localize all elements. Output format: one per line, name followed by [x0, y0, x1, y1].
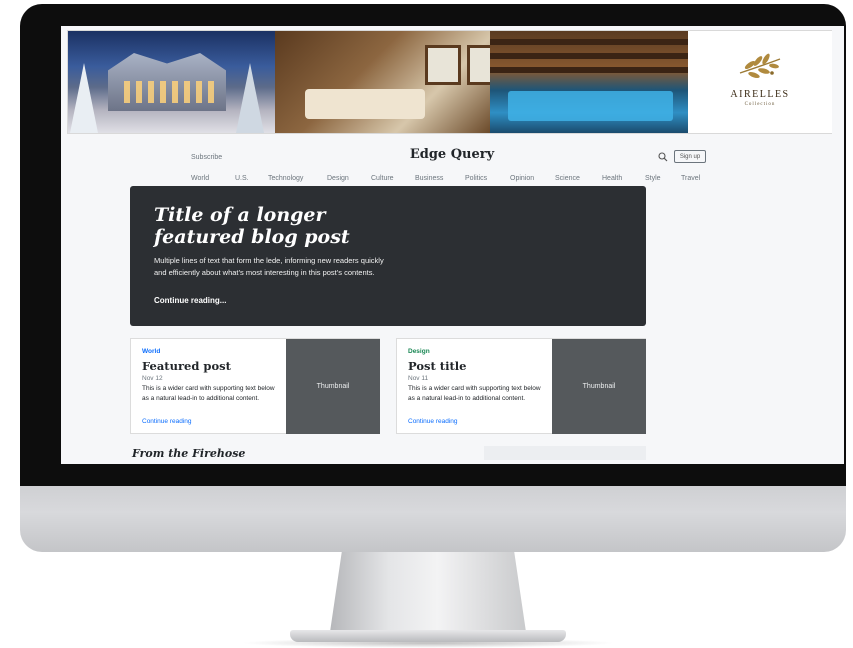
chalet-lights [124, 81, 216, 103]
card-text: This is a wider card with supporting tex… [408, 385, 541, 402]
nav-item-politics[interactable]: Politics [465, 175, 487, 182]
room-window [425, 45, 461, 85]
sidebar-box [484, 446, 646, 460]
pool-water [508, 91, 673, 121]
nav-item-us[interactable]: U.S. [235, 175, 249, 182]
nav-item-culture[interactable]: Culture [371, 175, 394, 182]
card-continue-link[interactable]: Continue reading [142, 418, 192, 425]
nav-item-technology[interactable]: Technology [268, 175, 303, 182]
post-card: Design Post title Nov 11 This is a wider… [396, 338, 646, 434]
snow-tree [236, 63, 264, 133]
hero-lede: Multiple lines of text that form the led… [154, 256, 384, 277]
card-title: Post title [408, 359, 467, 373]
site-title[interactable]: Edge Query [187, 147, 717, 162]
card-thumbnail: Thumbnail [286, 339, 380, 434]
brand-subtitle: Collection [744, 102, 776, 107]
olive-branch-logo-icon [739, 53, 781, 79]
hero-continue-link[interactable]: Continue reading... [154, 296, 226, 305]
post-card: World Featured post Nov 12 This is a wid… [130, 338, 380, 434]
indoor-pool-photo [490, 31, 688, 133]
ceiling-beam [490, 39, 688, 45]
search-icon[interactable] [658, 152, 668, 162]
hero-title: Title of a longer featured blog post [154, 204, 350, 248]
brand-name: AIRELLES [730, 89, 790, 100]
snow-tree [70, 63, 98, 133]
card-title: Featured post [142, 359, 231, 373]
nav-item-travel[interactable]: Travel [681, 175, 700, 182]
nav-item-business[interactable]: Business [415, 175, 443, 182]
nav-item-style[interactable]: Style [645, 175, 661, 182]
section-heading: From the Firehose [132, 447, 246, 460]
featured-hero: Title of a longer featured blog post Mul… [130, 186, 646, 326]
monitor-stand [330, 552, 526, 632]
card-thumbnail: Thumbnail [552, 339, 646, 434]
nav-item-world[interactable]: World [191, 175, 209, 182]
ad-banner[interactable]: AIRELLES Collection [67, 30, 832, 134]
room-bed [305, 89, 425, 119]
nav-item-opinion[interactable]: Opinion [510, 175, 534, 182]
brand-panel: AIRELLES Collection [688, 31, 832, 133]
nav-item-science[interactable]: Science [555, 175, 580, 182]
nav-item-health[interactable]: Health [602, 175, 622, 182]
chalet-exterior-photo [68, 31, 275, 133]
card-category: Design [408, 348, 430, 355]
card-text: This is a wider card with supporting tex… [142, 385, 275, 402]
monitor-chin [20, 486, 846, 552]
card-category: World [142, 348, 161, 355]
ceiling-beam [490, 67, 688, 73]
ceiling-beam [490, 53, 688, 59]
monitor-stand-base [290, 630, 566, 642]
signup-button[interactable]: Sign up [674, 150, 706, 163]
bedroom-interior-photo [275, 31, 503, 133]
nav-item-design[interactable]: Design [327, 175, 349, 182]
card-date: Nov 11 [408, 375, 429, 382]
card-date: Nov 12 [142, 375, 163, 382]
card-continue-link[interactable]: Continue reading [408, 418, 458, 425]
